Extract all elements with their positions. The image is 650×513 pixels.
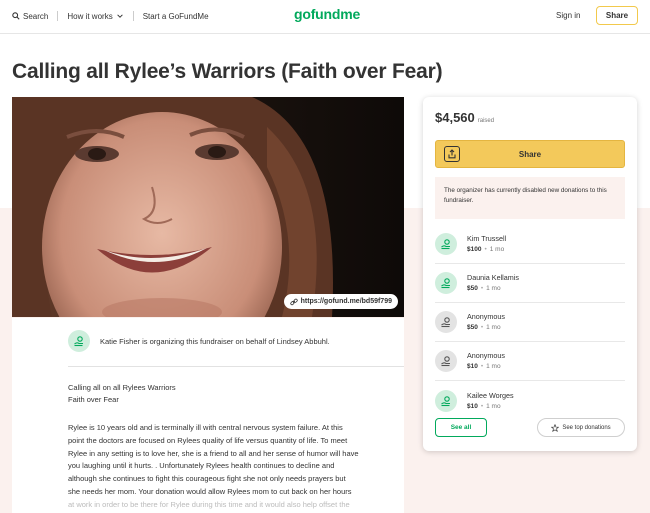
donor-name: Daunia Kellamis [467,273,519,282]
star-icon [551,423,560,432]
donor-name: Anonymous [467,312,505,321]
story-intro: Calling all on all Rylees Warriors Faith… [68,382,176,406]
donation-amount: $10 [467,402,478,410]
donation-time: 1 mo [489,246,505,253]
donation-meta: $10 • 1 mo [467,361,505,372]
intro-line: Calling all on all Rylees Warriors [68,383,176,392]
nav-divider [57,11,59,21]
donation-time: 1 mo [486,363,501,370]
donations-disabled-notice: The organizer has currently disabled new… [435,177,625,219]
donor-name: Anonymous [467,351,505,360]
hand-heart-icon [74,336,83,347]
campaign-content: Katie Fisher is organizing this fundrais… [12,318,404,513]
donation-card: $4,560 raised Share The organizer has cu… [423,97,637,451]
share-button-label: Share [518,149,542,159]
meta-separator: • [480,324,484,331]
donation-meta: $50 • 1 mo [467,322,505,333]
donor-name: Kailee Worges [467,390,514,400]
donor-avatar [435,311,457,333]
story-line: point the doctors are focused on Rylees … [68,435,348,445]
start-gofundme-link[interactable]: Start a GoFundMe [143,12,209,21]
link-icon [289,298,298,305]
campaign-photo: https://gofund.me/bd59f799 [12,97,404,317]
chevron-down-icon [116,14,123,18]
story-body: Rylee is 10 years old and is terminally … [68,422,404,512]
donation-item: Kailee Worges $10 • 1 mo [435,381,625,420]
donor-name: Kim Trussell [467,234,507,243]
see-top-donations-label: See top donations [562,424,611,431]
donation-time: 1 mo [486,285,501,292]
donation-amount: $50 [467,285,478,292]
organizer-text: Katie Fisher is organizing this fundrais… [100,336,330,346]
gofundme-logo[interactable]: gofundme [294,6,360,22]
donation-item: Anonymous $50 • 1 mo [435,303,625,342]
hand-heart-icon [441,239,450,250]
donation-amount: $100 [467,246,482,253]
header-share-button[interactable]: Share [596,6,638,25]
meta-separator: • [480,402,484,410]
campaign-title: Calling all Rylee’s Warriors (Faith over… [12,60,443,83]
start-gofundme-label: Start a GoFundMe [142,11,209,21]
search-link[interactable]: Search [12,12,48,21]
donation-time: 1 mo [486,402,501,410]
meta-separator: • [480,285,484,292]
meta-separator: • [484,246,487,253]
story-line-faded: at work in order to be there for Rylee d… [68,499,350,509]
raised-label: raised [477,118,495,124]
share-button[interactable]: Share [435,140,625,168]
donation-item: Anonymous $10 • 1 mo [435,342,625,381]
how-it-works-menu[interactable]: How it works [67,12,123,21]
share-icon [444,146,460,162]
short-url-text: https://gofund.me/bd59f799 [300,298,392,305]
donation-item: Daunia Kellamis $50 • 1 mo [435,264,625,303]
story-line: Rylee in any setting is to love her, she… [68,448,359,458]
donation-meta: $50 • 1 mo [467,283,519,294]
campaign-photo-illustration [12,97,404,317]
intro-line: Faith over Fear [68,395,119,404]
donation-amount: $50 [467,324,478,331]
story-line: you laughing until it hurts. . Unfortuna… [68,461,335,471]
search-label: Search [23,11,49,21]
donation-time: 1 mo [486,324,501,331]
donation-list: Kim Trussell $100 • 1 mo Daunia Kellamis $… [435,225,625,420]
donation-meta: $100 • 1 mo [467,244,506,255]
organizer-avatar [68,330,90,352]
raised-amount: $4,560 [435,110,475,125]
donation-amount: $10 [467,363,478,370]
hand-heart-icon [441,356,450,367]
nav-divider [132,11,134,21]
header-nav: Search How it works Start a GoFundMe [12,11,209,21]
hand-heart-icon [441,278,450,289]
amount-raised: $4,560 raised [435,110,494,125]
hand-heart-icon [441,317,450,328]
donation-meta: $10 • 1 mo [467,401,514,412]
hand-heart-icon [441,395,450,406]
how-it-works-label: How it works [67,11,113,21]
donor-avatar [435,233,457,255]
sign-in-link[interactable]: Sign in [556,11,580,20]
see-all-button[interactable]: See all [435,418,487,437]
see-top-donations-button[interactable]: See top donations [537,418,625,437]
donor-avatar [435,272,457,294]
organizer-row: Katie Fisher is organizing this fundrais… [68,330,330,352]
story-line: she needs her mom. Your donation would a… [68,486,352,496]
search-icon [12,12,20,20]
short-url-badge[interactable]: https://gofund.me/bd59f799 [283,294,398,309]
donation-item: Kim Trussell $100 • 1 mo [435,225,625,264]
meta-separator: • [480,363,484,370]
donor-avatar [435,389,457,412]
donor-avatar [435,350,457,372]
story-line: although she continues to fight this cou… [68,474,346,484]
top-header: Search How it works Start a GoFundMe gof… [0,0,650,34]
story-line: Rylee is 10 years old and is terminally … [68,423,343,432]
content-divider [68,366,404,367]
